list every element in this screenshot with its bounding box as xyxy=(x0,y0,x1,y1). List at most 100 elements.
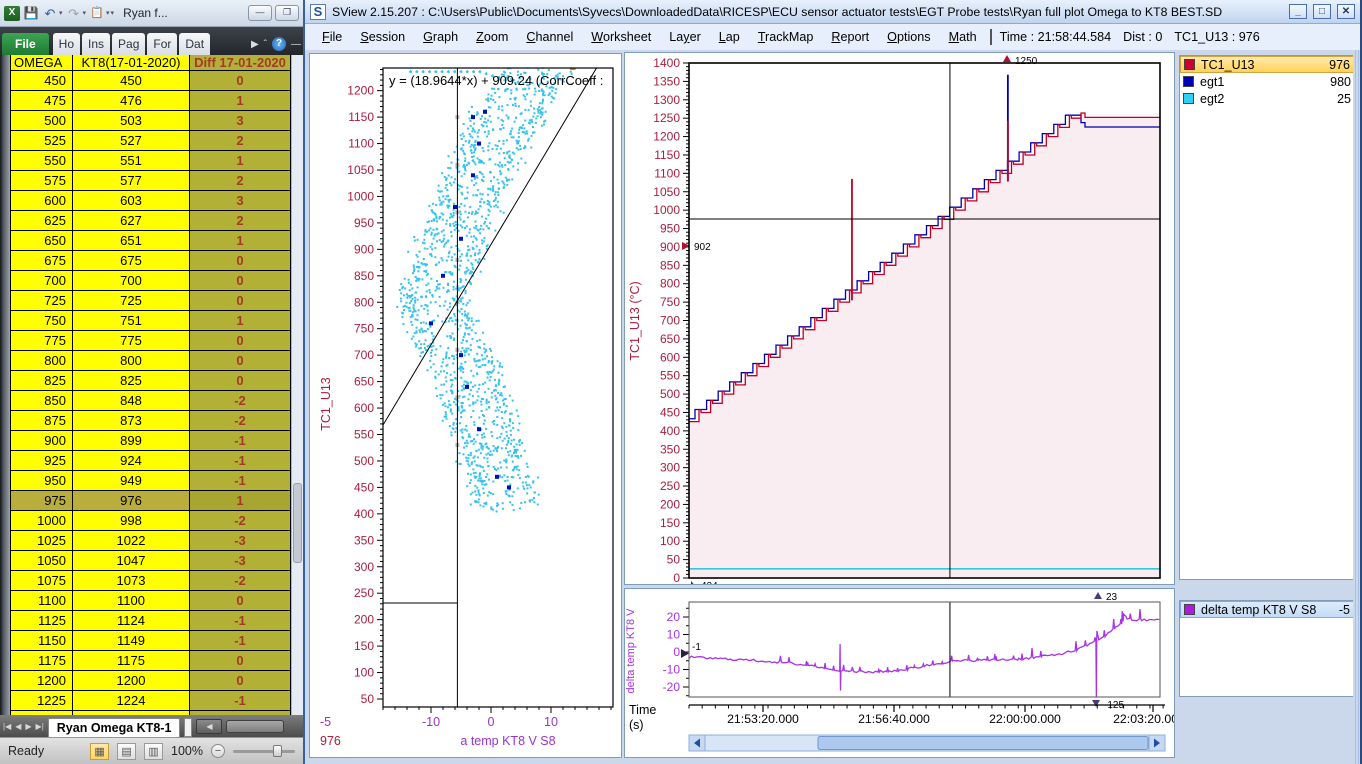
sheet-cell[interactable]: 1 xyxy=(190,91,291,111)
sheet-cell[interactable]: 1047 xyxy=(73,551,190,571)
scrollbar-thumb[interactable] xyxy=(293,483,302,563)
sheet-cell[interactable]: 949 xyxy=(73,471,190,491)
sheet-cell[interactable]: 675 xyxy=(10,251,73,271)
sheet-cell[interactable]: 1100 xyxy=(10,591,73,611)
excel-horizontal-scrollbar[interactable] xyxy=(226,720,284,733)
sheet-cell[interactable]: 1075 xyxy=(10,571,73,591)
sheet-cell[interactable]: -1 xyxy=(190,691,291,711)
first-sheet-icon[interactable]: |◀ xyxy=(3,722,11,731)
tab-dat[interactable]: Dat xyxy=(179,33,210,55)
help-icon[interactable]: ? xyxy=(272,37,286,51)
sheet-cell[interactable]: -1 xyxy=(190,631,291,651)
sheet-cell[interactable]: 875 xyxy=(10,411,73,431)
page-layout-view-button[interactable]: ▤ xyxy=(117,743,136,760)
sheet-cell[interactable]: -2 xyxy=(190,391,291,411)
sheet-cell[interactable]: -1 xyxy=(190,431,291,451)
sheet-cell[interactable]: 775 xyxy=(73,331,190,351)
last-sheet-icon[interactable]: ▶| xyxy=(36,722,44,731)
sheet-cell[interactable]: -3 xyxy=(190,531,291,551)
sheet-cell[interactable]: -3 xyxy=(190,551,291,571)
sheet-cell[interactable]: 1225 xyxy=(10,691,73,711)
ribbon-collapse-icon[interactable]: ˆ xyxy=(264,39,267,50)
sheet-cell[interactable]: 1125 xyxy=(10,611,73,631)
normal-view-button[interactable]: ▦ xyxy=(90,743,109,760)
menu-report[interactable]: Report xyxy=(822,30,878,44)
sheet-cell[interactable]: 1073 xyxy=(73,571,190,591)
sheet-cell[interactable]: 751 xyxy=(73,311,190,331)
sheet-cell[interactable]: 0 xyxy=(190,291,291,311)
menu-worksheet[interactable]: Worksheet xyxy=(582,30,660,44)
page-break-view-button[interactable]: ▥ xyxy=(144,743,163,760)
sheet-cell[interactable]: 825 xyxy=(73,371,190,391)
sheet-cell[interactable]: 603 xyxy=(73,191,190,211)
menu-options[interactable]: Options xyxy=(878,30,939,44)
paste-dropdown-icon[interactable]: ▾ xyxy=(106,9,110,17)
sheet-cell[interactable]: 1022 xyxy=(73,531,190,551)
sheet-cell[interactable]: 1200 xyxy=(10,671,73,691)
minimize-button[interactable]: — xyxy=(248,5,272,21)
qat-customize-icon[interactable]: ▾ xyxy=(111,9,115,17)
sheet-cell[interactable]: -1 xyxy=(190,471,291,491)
sheet-cell[interactable]: 503 xyxy=(73,111,190,131)
column-header[interactable]: Diff 17-01-2020 xyxy=(190,55,291,71)
next-sheet-icon[interactable]: ▶ xyxy=(25,722,31,731)
sheet-cell[interactable]: 998 xyxy=(73,511,190,531)
sheet-cell[interactable]: 725 xyxy=(10,291,73,311)
sheet-cell[interactable]: 873 xyxy=(73,411,190,431)
sheet-cell[interactable]: 2 xyxy=(190,131,291,151)
sheet-cell[interactable]: -2 xyxy=(190,571,291,591)
sheet-cell[interactable]: 1124 xyxy=(73,611,190,631)
sheet-cell[interactable]: 625 xyxy=(10,211,73,231)
sheet-cell[interactable]: 924 xyxy=(73,451,190,471)
sheet-cell[interactable]: 575 xyxy=(10,171,73,191)
sheet-cell[interactable]: 1175 xyxy=(10,651,73,671)
sheet-cell[interactable]: 800 xyxy=(10,351,73,371)
sview-maximize-button[interactable]: □ xyxy=(1313,4,1331,19)
paste-icon[interactable]: 📋 xyxy=(89,6,105,21)
restore-button[interactable]: ❐ xyxy=(275,5,299,21)
menu-layer[interactable]: Layer xyxy=(660,30,710,44)
sheet-cell[interactable]: -2 xyxy=(190,511,291,531)
save-icon[interactable]: 💾 xyxy=(23,6,39,21)
sheet-cell[interactable]: 1025 xyxy=(10,531,73,551)
menu-zoom[interactable]: Zoom xyxy=(467,30,517,44)
tab-file[interactable]: File xyxy=(2,33,49,55)
sheet-cell[interactable]: 1150 xyxy=(10,631,73,651)
sheet-cell[interactable]: 2 xyxy=(190,171,291,191)
tab-pag[interactable]: Pag xyxy=(112,33,145,55)
sheet-cell[interactable]: 650 xyxy=(10,231,73,251)
legend-item[interactable]: egt1980 xyxy=(1180,73,1354,90)
sheet-cell[interactable]: 651 xyxy=(73,231,190,251)
sheet-cell[interactable]: 1100 xyxy=(73,591,190,611)
sheet-cell[interactable]: 899 xyxy=(73,431,190,451)
sheet-cell[interactable]: 475 xyxy=(10,91,73,111)
sheet-cell[interactable]: 0 xyxy=(190,251,291,271)
sheet-cell[interactable]: 750 xyxy=(10,311,73,331)
zoom-slider-thumb[interactable] xyxy=(273,745,282,757)
redo-icon[interactable]: ↷ xyxy=(66,6,82,21)
sheet-cell[interactable]: 0 xyxy=(190,651,291,671)
sheet-cell[interactable]: 675 xyxy=(73,251,190,271)
column-header[interactable]: KT8(17-01-2020) xyxy=(73,55,190,71)
sheet-cell[interactable]: 500 xyxy=(10,111,73,131)
sheet-cell[interactable]: 700 xyxy=(10,271,73,291)
sheet-cell[interactable]: 1050 xyxy=(10,551,73,571)
sheet-cell[interactable]: 550 xyxy=(10,151,73,171)
menu-channel[interactable]: Channel xyxy=(517,30,582,44)
sheet-cell[interactable]: 3 xyxy=(190,111,291,131)
ribbon-overflow-icon[interactable]: ▶ xyxy=(251,39,259,50)
sview-close-button[interactable]: ✕ xyxy=(1337,4,1355,19)
undo-icon[interactable]: ↶ xyxy=(42,6,58,21)
legend-item[interactable]: egt225 xyxy=(1180,90,1354,107)
sheet-cell[interactable]: 0 xyxy=(190,271,291,291)
sheet-cell[interactable]: 450 xyxy=(10,71,73,91)
sheet-cell[interactable]: 0 xyxy=(190,331,291,351)
sheet-cell[interactable]: 825 xyxy=(10,371,73,391)
sheet-cell[interactable]: 577 xyxy=(73,171,190,191)
sheet-cell[interactable]: 551 xyxy=(73,151,190,171)
tab-for[interactable]: For xyxy=(147,33,177,55)
redo-dropdown-icon[interactable]: ▾ xyxy=(83,9,87,17)
sheet-cell[interactable]: 627 xyxy=(73,211,190,231)
sheet-cell[interactable]: 1 xyxy=(190,231,291,251)
sheet-cell[interactable]: 0 xyxy=(190,671,291,691)
